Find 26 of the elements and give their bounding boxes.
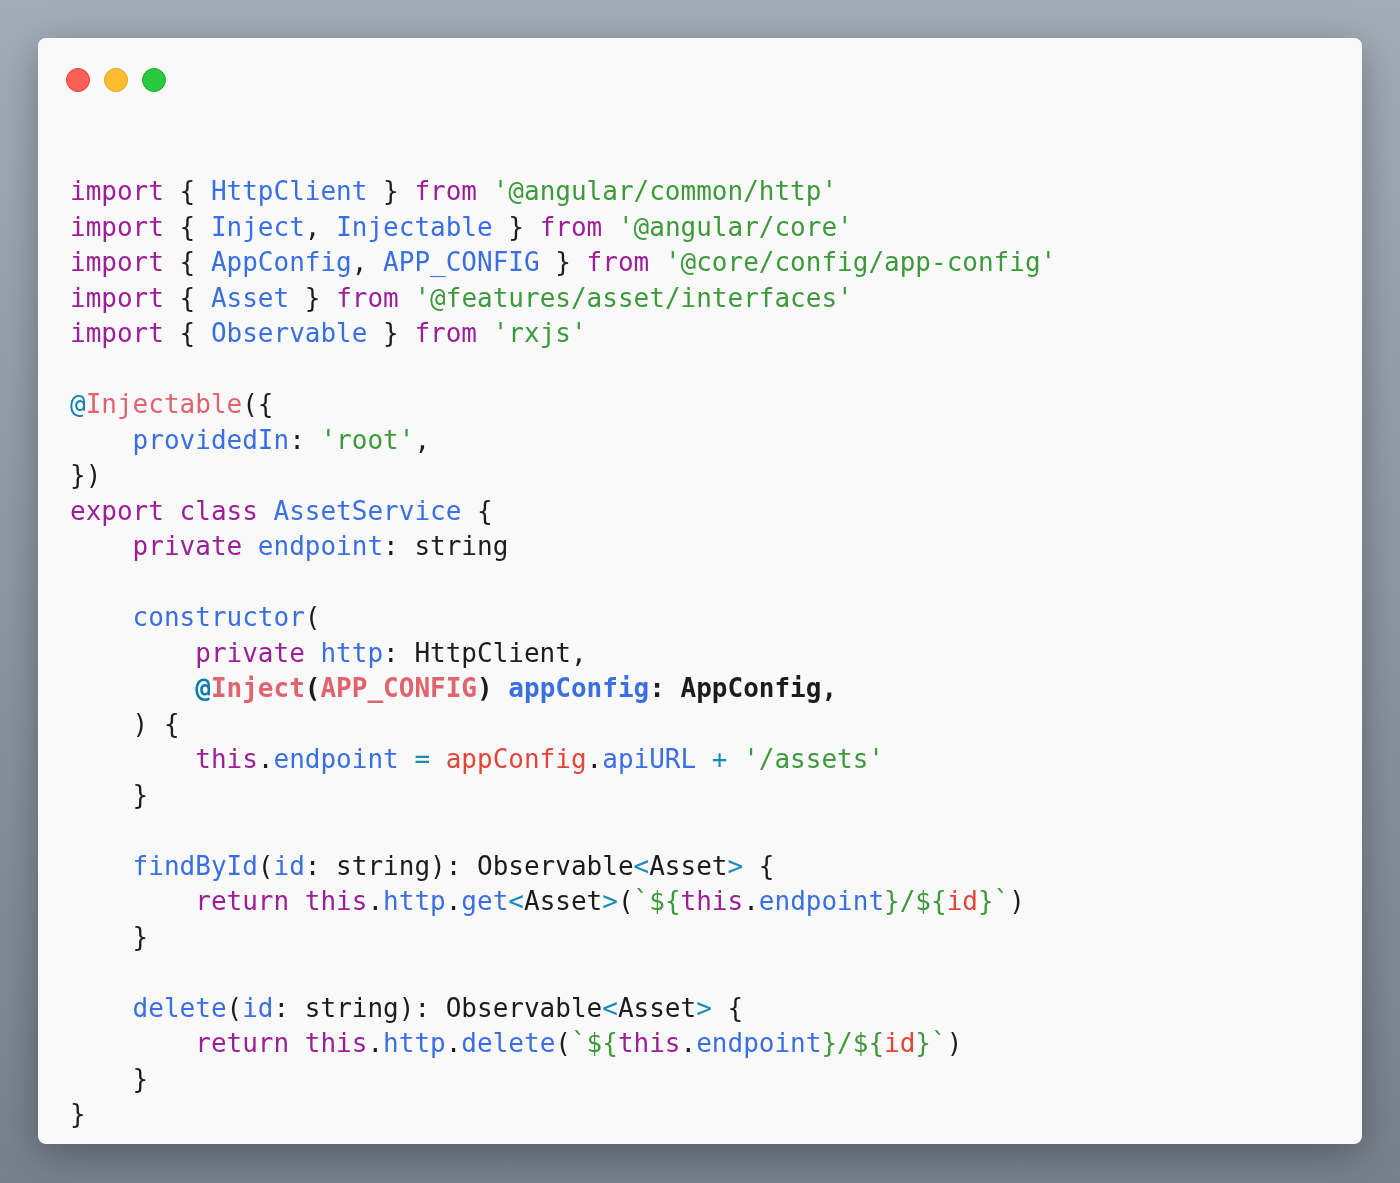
code-line: return this.http.get<Asset>(`${this.endpoint}/${id}`) [194, 885, 1026, 918]
code-line: return this.http.delete(`${this.endpoint}/${id}`) [194, 1027, 964, 1060]
code-line: }) [70, 459, 103, 492]
code-line: private http: HttpClient, [194, 636, 588, 670]
minimize-window-button[interactable] [104, 68, 128, 92]
code-line: private endpoint: string [131, 530, 510, 563]
code-line: @Injectable({ [70, 388, 275, 421]
code-line: @Inject(APP_CONFIG) appConfig: AppConfig, [194, 672, 839, 705]
code-line: constructor( [131, 601, 322, 634]
code-line: delete(id: string): Observable<Asset> { [131, 991, 745, 1025]
code-line: import { Asset } from '@features/asset/interfaces' [70, 281, 854, 315]
code-line: } [131, 778, 150, 812]
code-line: import { Inject, Injectable } from '@angular/core' [70, 210, 854, 244]
code-line: this.endpoint = appConfig.apiURL + '/assets' [194, 743, 886, 776]
code-line: } [131, 1062, 150, 1096]
code-line: providedIn: 'root', [131, 423, 432, 457]
close-window-button[interactable] [66, 68, 90, 92]
code-line: } [70, 1098, 87, 1131]
code-line: findById(id: string): Observable<Asset> { [131, 849, 776, 883]
zoom-window-button[interactable] [142, 68, 166, 92]
code-line: import { AppConfig, APP_CONFIG } from '@core/config/app-config' [70, 246, 1058, 279]
code-line: import { Observable } from 'rxjs' [70, 317, 588, 350]
code-line: import { HttpClient } from '@angular/common/http' [70, 175, 839, 208]
code-line: } [131, 920, 150, 954]
code-line: export class AssetService { [70, 494, 494, 528]
code-line: ) { [131, 707, 181, 741]
